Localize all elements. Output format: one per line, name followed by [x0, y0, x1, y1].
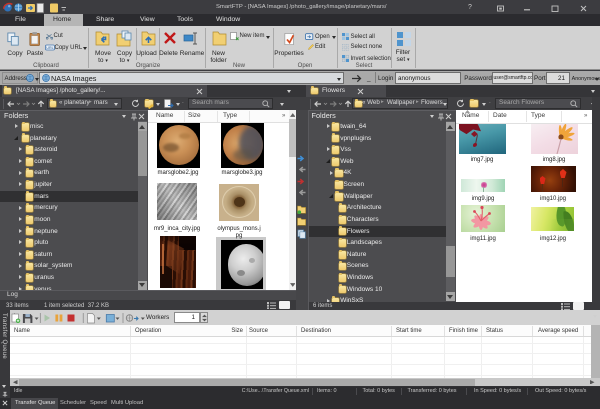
- svg-text:URL: URL: [46, 46, 53, 50]
